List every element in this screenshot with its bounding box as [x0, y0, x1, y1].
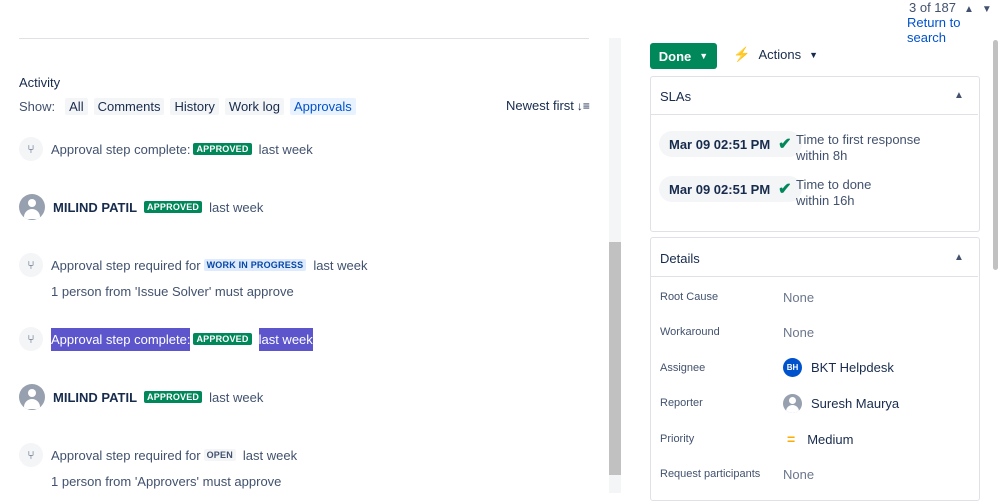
- user-avatar[interactable]: [19, 194, 45, 220]
- activity-text: Approval step complete:: [51, 327, 191, 351]
- sla-time: Mar 09 02:51 PM: [669, 181, 771, 197]
- activity-detail: 1 person from 'Approvers' must approve: [51, 474, 282, 489]
- user-avatar[interactable]: [19, 384, 45, 410]
- check-icon: ✔: [778, 136, 792, 153]
- sort-icon: ↓≡: [576, 99, 590, 113]
- field-label-workaround: Workaround: [660, 326, 720, 338]
- activity-title: Activity: [19, 75, 61, 90]
- actions-label: Actions: [758, 47, 802, 62]
- field-label-priority: Priority: [660, 433, 695, 445]
- chevron-down-icon: ▼: [699, 51, 709, 61]
- details-title: Details: [660, 251, 700, 266]
- workaround-value: None: [783, 325, 815, 340]
- sort-toggle[interactable]: Newest first ↓≡: [506, 98, 590, 113]
- activity-time: last week: [258, 141, 313, 157]
- activity-time: last week: [258, 327, 313, 351]
- field-value-request-participants[interactable]: None: [783, 467, 814, 482]
- field-label-request-participants: Request participants: [660, 468, 761, 480]
- approval-icon: ⑂: [19, 253, 43, 277]
- divider: [651, 276, 978, 277]
- filter-work-log[interactable]: Work log: [224, 97, 284, 115]
- approval-icon: ⑂: [19, 327, 43, 351]
- sla-name: Time to done: [796, 177, 872, 192]
- status-badge: APPROVED: [193, 333, 252, 345]
- return-to-search-link[interactable]: Return to search: [907, 15, 998, 45]
- actions-button[interactable]: ⚡ Actions ▼: [733, 46, 818, 63]
- status-badge: OPEN: [203, 449, 236, 461]
- show-label: Show:: [19, 98, 56, 114]
- status-badge: APPROVED: [144, 201, 203, 213]
- activity-text: Approval step required for: [51, 257, 201, 273]
- field-value-root-cause[interactable]: None: [783, 290, 814, 305]
- sort-label: Newest first: [506, 98, 574, 113]
- activity-item: ⑂ Approval step required for WORK IN PRO…: [19, 253, 368, 277]
- activity-detail: 1 person from 'Issue Solver' must approv…: [51, 284, 294, 299]
- reporter-avatar: [783, 394, 802, 413]
- assignee-avatar: BH: [783, 358, 802, 377]
- filter-history[interactable]: History: [170, 97, 219, 115]
- status-badge: WORK IN PROGRESS: [203, 259, 307, 271]
- activity-item: MILIND PATIL APPROVED last week: [19, 384, 263, 410]
- activity-text: Approval step complete:: [51, 141, 191, 157]
- status-badge: APPROVED: [144, 391, 203, 403]
- activity-time: last week: [209, 199, 264, 215]
- chevron-up-icon[interactable]: ▲: [954, 90, 964, 101]
- divider: [651, 114, 978, 115]
- activity-time: last week: [313, 257, 368, 273]
- pager-position: 3 of 187: [909, 0, 956, 15]
- divider: [19, 38, 589, 39]
- lightning-icon: ⚡: [733, 46, 751, 62]
- status-button[interactable]: Done ▼: [650, 43, 717, 69]
- activity-time: last week: [209, 389, 264, 405]
- assignee-name: BKT Helpdesk: [811, 360, 894, 375]
- sla-name: Time to first response: [796, 132, 921, 147]
- field-label-assignee: Assignee: [660, 362, 706, 374]
- field-value-priority[interactable]: = Medium: [783, 431, 853, 447]
- chevron-up-icon[interactable]: ▲: [964, 4, 974, 15]
- check-icon: ✔: [778, 181, 792, 198]
- chevron-down-icon[interactable]: ▼: [982, 4, 992, 15]
- approval-icon: ⑂: [19, 443, 43, 467]
- field-value-workaround[interactable]: None: [783, 325, 814, 340]
- sla-time-pill: Mar 09 02:51 PM ✔: [659, 176, 802, 202]
- activity-item: ⑂ Approval step required for OPEN last w…: [19, 443, 297, 467]
- field-value-reporter[interactable]: Suresh Maurya: [783, 394, 899, 413]
- activity-scrollbar-thumb[interactable]: [609, 242, 621, 475]
- sla-time: Mar 09 02:51 PM: [669, 136, 771, 152]
- field-value-assignee[interactable]: BH BKT Helpdesk: [783, 358, 894, 377]
- reporter-name: Suresh Maurya: [811, 396, 900, 411]
- field-label-root-cause: Root Cause: [660, 291, 719, 303]
- sla-description: Time to first response within 8h: [796, 132, 921, 164]
- root-cause-value: None: [783, 290, 815, 305]
- filter-comments[interactable]: Comments: [93, 97, 165, 115]
- approval-icon: ⑂: [19, 137, 43, 161]
- activity-item: MILIND PATIL APPROVED last week: [19, 194, 263, 220]
- sidebar-scrollbar[interactable]: [993, 40, 998, 270]
- filter-approvals[interactable]: Approvals: [289, 97, 356, 115]
- chevron-up-icon[interactable]: ▲: [954, 252, 964, 263]
- priority-value: Medium: [807, 431, 854, 447]
- slas-title: SLAs: [660, 89, 692, 104]
- filter-all[interactable]: All: [65, 97, 88, 115]
- status-badge: APPROVED: [193, 143, 252, 155]
- sla-target: within 16h: [796, 193, 855, 208]
- activity-filter-bar: Show: All Comments History Work log Appr…: [19, 97, 362, 115]
- activity-time: last week: [242, 447, 298, 463]
- request-participants-value: None: [783, 467, 815, 482]
- activity-text: Approval step required for: [51, 447, 201, 463]
- issue-pager: 3 of 187 ▲ ▼: [909, 0, 992, 15]
- sla-time-pill: Mar 09 02:51 PM ✔: [659, 131, 802, 157]
- priority-medium-icon: =: [787, 431, 796, 447]
- activity-item: ⑂ Approval step complete: APPROVED last …: [19, 137, 313, 161]
- activity-item: ⑂ Approval step complete: APPROVED last …: [19, 327, 313, 351]
- status-label: Done: [658, 48, 692, 64]
- user-name[interactable]: MILIND PATIL: [53, 390, 137, 405]
- chevron-down-icon: ▼: [809, 49, 818, 60]
- field-label-reporter: Reporter: [660, 397, 703, 409]
- sla-description: Time to done within 16h: [796, 177, 871, 209]
- user-name[interactable]: MILIND PATIL: [53, 200, 137, 215]
- sla-target: within 8h: [796, 148, 848, 163]
